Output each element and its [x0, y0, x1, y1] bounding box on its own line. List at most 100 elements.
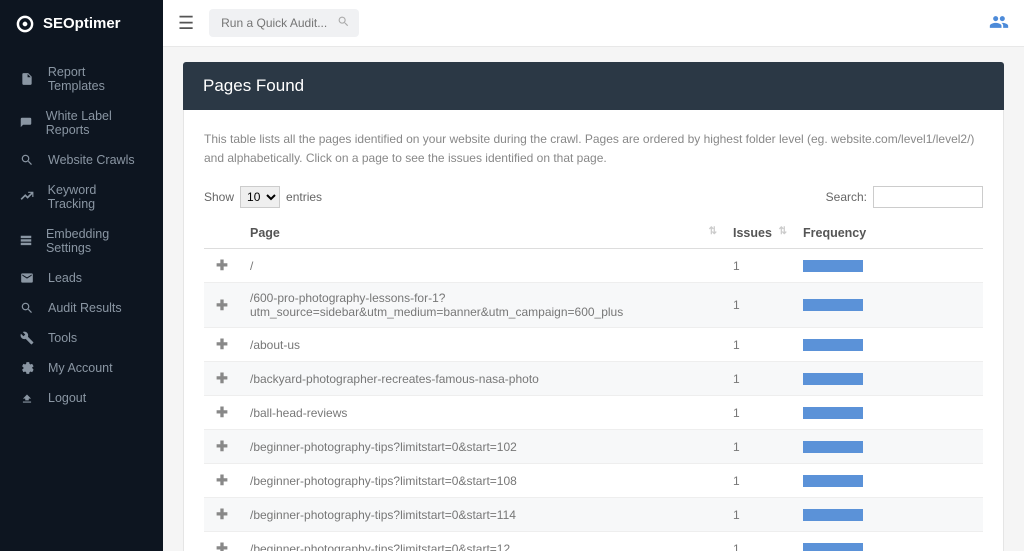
report-templates-icon [18, 72, 36, 86]
sidebar-item-audit-results[interactable]: Audit Results [0, 293, 163, 323]
sidebar-item-label: My Account [48, 361, 113, 375]
cell-issues: 1 [723, 283, 793, 328]
cell-page: /beginner-photography-tips?limitstart=0&… [240, 430, 723, 464]
cell-issues: 1 [723, 249, 793, 283]
sidebar-item-keyword-tracking[interactable]: Keyword Tracking [0, 175, 163, 219]
sidebar-item-label: Audit Results [48, 301, 122, 315]
show-label: Show [204, 190, 234, 204]
entries-label: entries [286, 190, 322, 204]
leads-icon [18, 271, 36, 285]
cell-issues: 1 [723, 430, 793, 464]
expand-row-icon[interactable]: ✚ [216, 540, 228, 551]
frequency-bar [803, 339, 863, 351]
menu-toggle-icon[interactable]: ☰ [178, 13, 194, 34]
sidebar-item-logout[interactable]: Logout [0, 383, 163, 413]
sidebar-item-label: Leads [48, 271, 82, 285]
logo-text: SEOptimer [43, 15, 121, 32]
cell-issues: 1 [723, 362, 793, 396]
users-icon[interactable] [989, 12, 1009, 35]
cell-page: /ball-head-reviews [240, 396, 723, 430]
cell-frequency [793, 328, 983, 362]
frequency-bar [803, 260, 863, 272]
logout-icon [18, 391, 36, 405]
cell-issues: 1 [723, 532, 793, 551]
sidebar-item-tools[interactable]: Tools [0, 323, 163, 353]
table-row[interactable]: ✚ /about-us1 [204, 328, 983, 362]
sidebar-item-my-account[interactable]: My Account [0, 353, 163, 383]
cell-page: /beginner-photography-tips?limitstart=0&… [240, 532, 723, 551]
table-row[interactable]: ✚ /beginner-photography-tips?limitstart=0… [204, 532, 983, 551]
frequency-bar [803, 543, 863, 551]
table-row[interactable]: ✚ /backyard-photographer-recreates-famous… [204, 362, 983, 396]
expand-row-icon[interactable]: ✚ [216, 438, 228, 454]
cell-page: /beginner-photography-tips?limitstart=0&… [240, 464, 723, 498]
cell-issues: 1 [723, 498, 793, 532]
page-title: Pages Found [183, 62, 1004, 110]
table-row[interactable]: ✚ /1 [204, 249, 983, 283]
embedding-settings-icon [18, 234, 34, 248]
cell-issues: 1 [723, 464, 793, 498]
cell-frequency [793, 249, 983, 283]
frequency-bar [803, 373, 863, 385]
expand-row-icon[interactable]: ✚ [216, 404, 228, 420]
cell-page: /beginner-photography-tips?limitstart=0&… [240, 498, 723, 532]
my-account-icon [18, 361, 36, 375]
cell-page: / [240, 249, 723, 283]
sidebar-item-label: Embedding Settings [46, 227, 145, 255]
table-row[interactable]: ✚ /beginner-photography-tips?limitstart=0… [204, 430, 983, 464]
cell-frequency [793, 396, 983, 430]
frequency-bar [803, 299, 863, 311]
col-issues[interactable]: Issues [723, 218, 793, 249]
table-search-input[interactable] [873, 186, 983, 208]
expand-row-icon[interactable]: ✚ [216, 336, 228, 352]
expand-row-icon[interactable]: ✚ [216, 370, 228, 386]
cell-frequency [793, 498, 983, 532]
audit-results-icon [18, 301, 36, 315]
frequency-bar [803, 509, 863, 521]
cell-issues: 1 [723, 396, 793, 430]
sidebar-item-label: Logout [48, 391, 86, 405]
sidebar-item-report-templates[interactable]: Report Templates [0, 57, 163, 101]
sidebar-item-label: Website Crawls [48, 153, 135, 167]
sidebar-item-label: Report Templates [48, 65, 145, 93]
cell-issues: 1 [723, 328, 793, 362]
keyword-tracking-icon [18, 190, 36, 204]
frequency-bar [803, 475, 863, 487]
expand-row-icon[interactable]: ✚ [216, 472, 228, 488]
brand-logo: SEOptimer [0, 0, 163, 47]
sidebar-item-website-crawls[interactable]: Website Crawls [0, 145, 163, 175]
sidebar-item-leads[interactable]: Leads [0, 263, 163, 293]
col-frequency[interactable]: Frequency [793, 218, 983, 249]
expand-row-icon[interactable]: ✚ [216, 297, 228, 313]
sidebar-item-label: Keyword Tracking [48, 183, 145, 211]
page-description: This table lists all the pages identifie… [204, 130, 983, 168]
tools-icon [18, 331, 36, 345]
cell-page: /backyard-photographer-recreates-famous-… [240, 362, 723, 396]
frequency-bar [803, 441, 863, 453]
sidebar-item-label: White Label Reports [46, 109, 145, 137]
sidebar-item-label: Tools [48, 331, 77, 345]
cell-frequency [793, 532, 983, 551]
table-row[interactable]: ✚ /600-pro-photography-lessons-for-1?utm_… [204, 283, 983, 328]
sidebar-item-embedding-settings[interactable]: Embedding Settings [0, 219, 163, 263]
table-row[interactable]: ✚ /ball-head-reviews1 [204, 396, 983, 430]
cell-frequency [793, 464, 983, 498]
table-row[interactable]: ✚ /beginner-photography-tips?limitstart=0… [204, 464, 983, 498]
logo-icon [15, 14, 35, 34]
expand-row-icon[interactable]: ✚ [216, 506, 228, 522]
page-size-select[interactable]: 10 [240, 186, 280, 208]
white-label-reports-icon [18, 116, 34, 130]
cell-page: /600-pro-photography-lessons-for-1?utm_s… [240, 283, 723, 328]
cell-page: /about-us [240, 328, 723, 362]
expand-row-icon[interactable]: ✚ [216, 257, 228, 273]
cell-frequency [793, 430, 983, 464]
frequency-bar [803, 407, 863, 419]
table-row[interactable]: ✚ /beginner-photography-tips?limitstart=0… [204, 498, 983, 532]
cell-frequency [793, 283, 983, 328]
search-icon[interactable] [337, 15, 350, 31]
sidebar-item-white-label-reports[interactable]: White Label Reports [0, 101, 163, 145]
website-crawls-icon [18, 153, 36, 167]
col-page[interactable]: Page [240, 218, 723, 249]
cell-frequency [793, 362, 983, 396]
col-expand [204, 218, 240, 249]
